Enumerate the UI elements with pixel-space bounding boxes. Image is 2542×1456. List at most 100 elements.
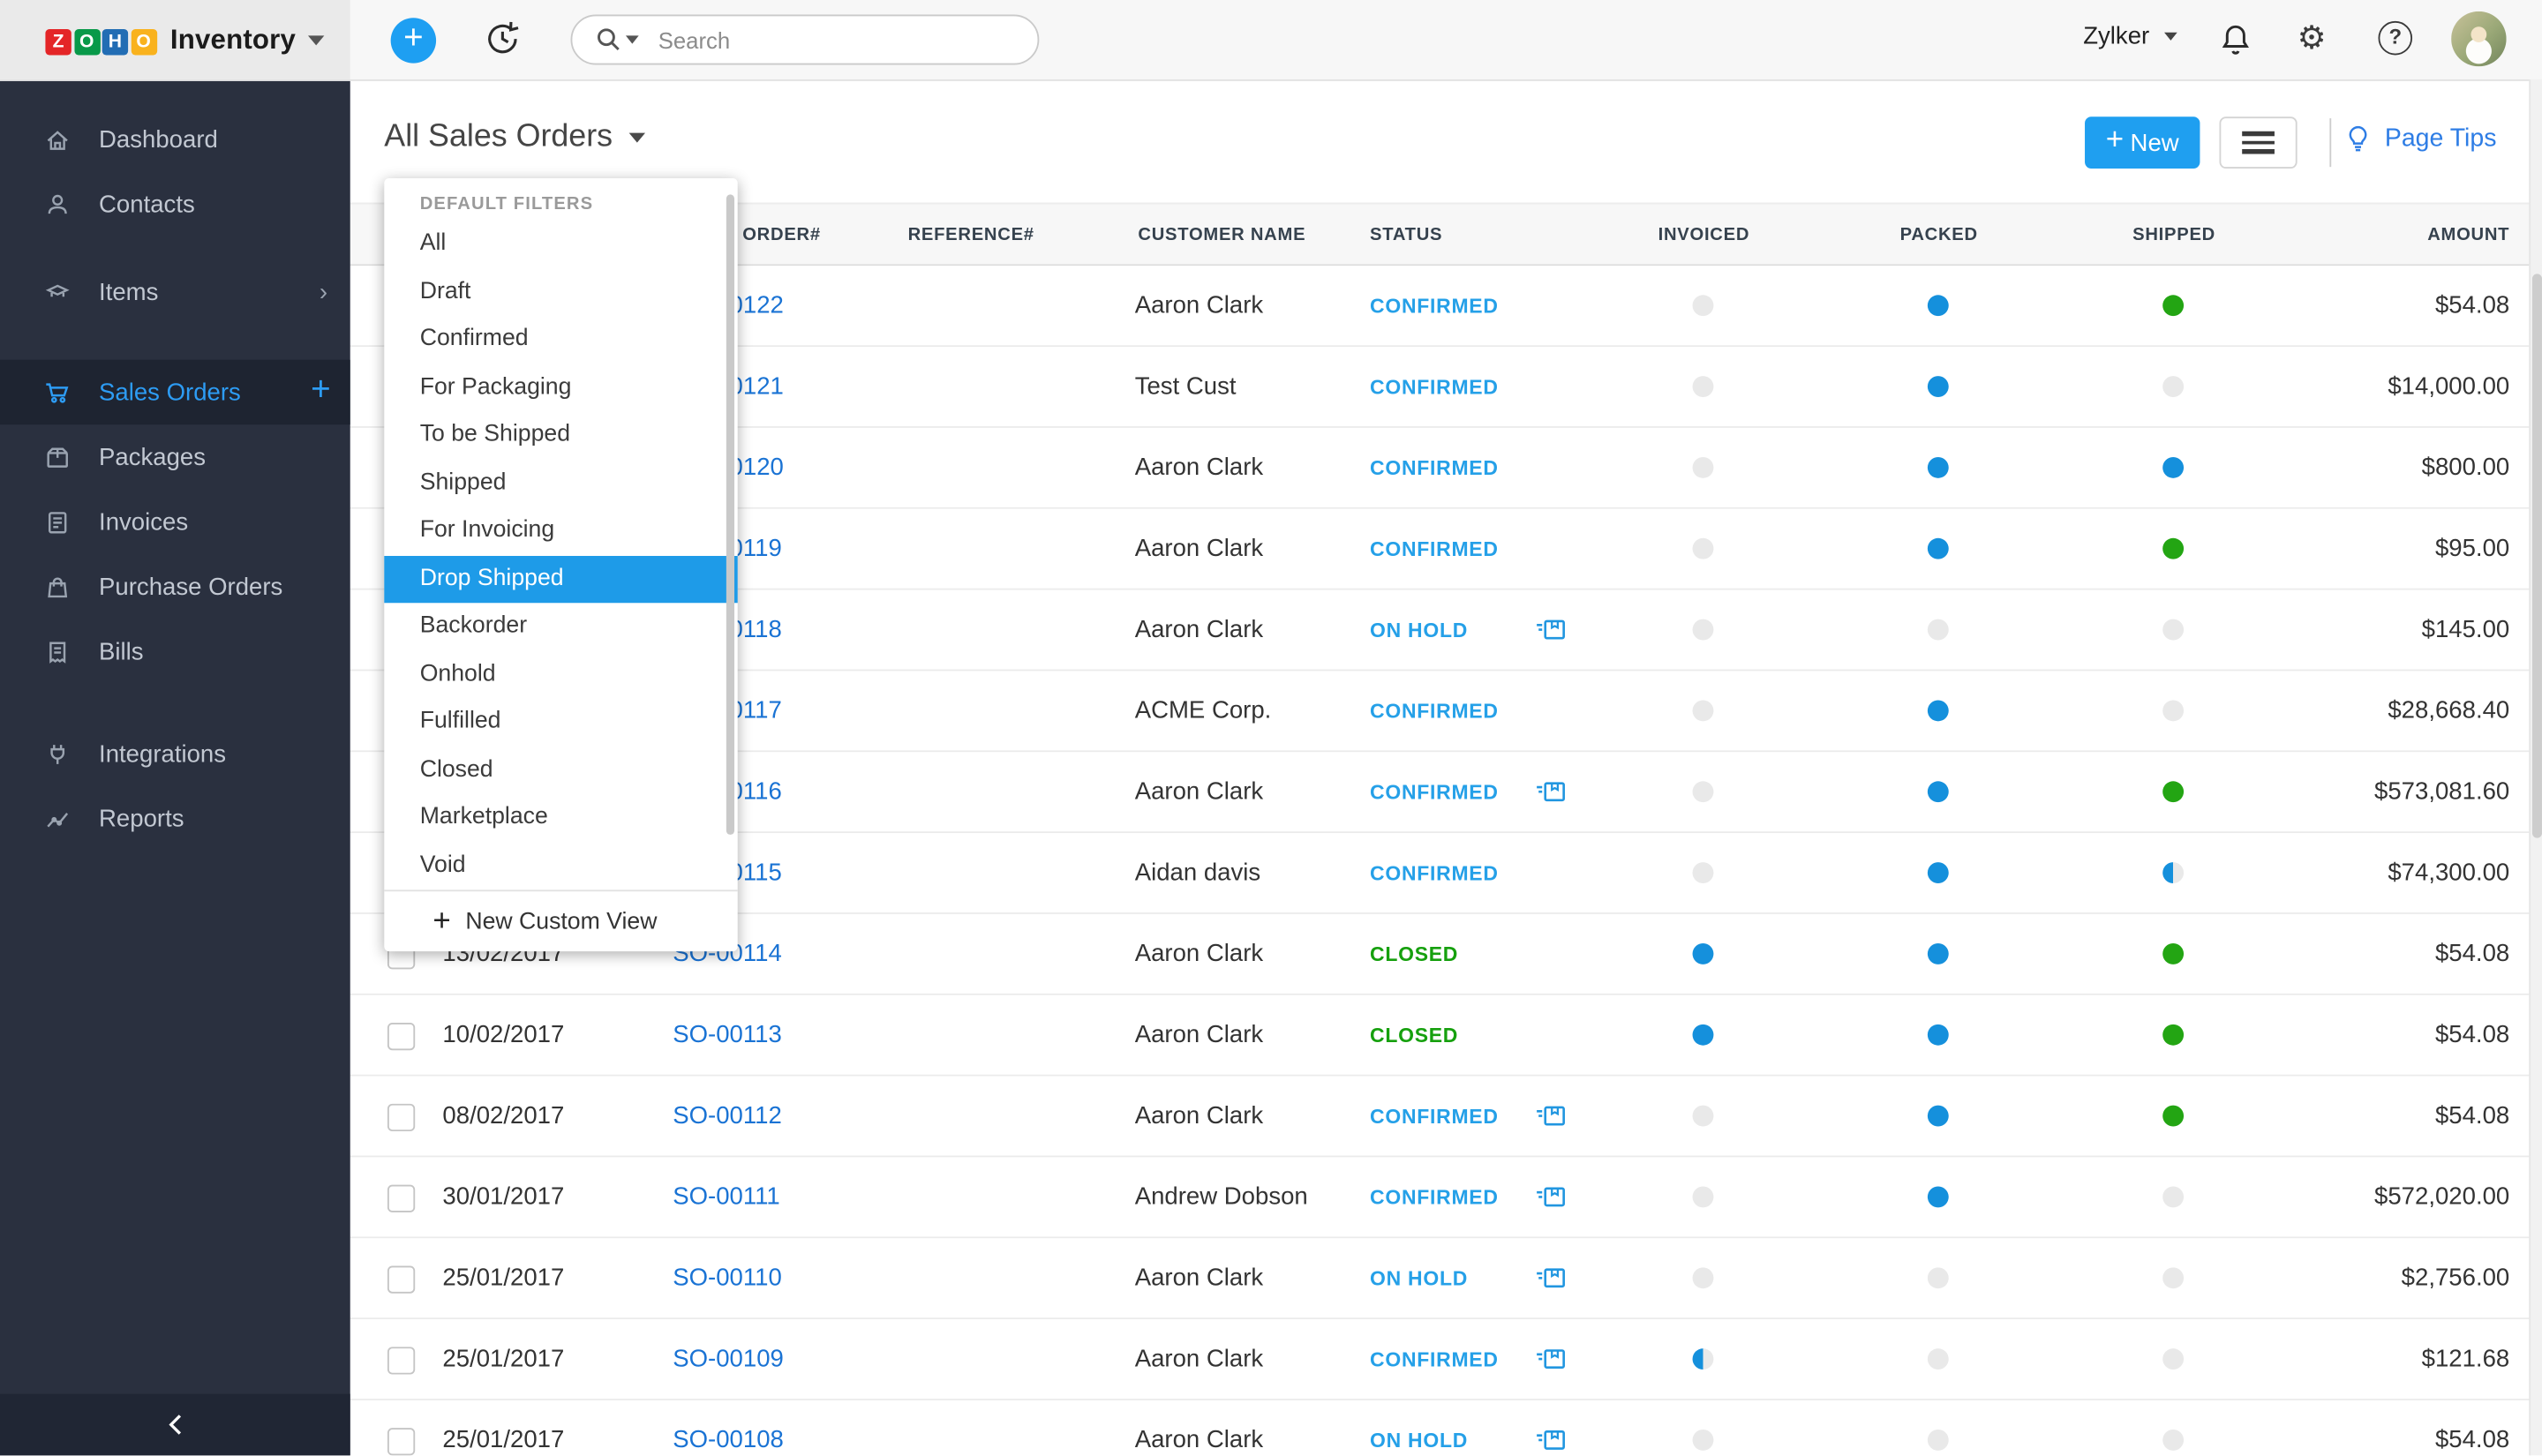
sidebar-item-packages[interactable]: Packages <box>0 424 350 489</box>
sidebar-item-integrations[interactable]: Integrations <box>0 721 350 785</box>
search-box[interactable] <box>570 14 1040 65</box>
filter-option-to-be-shipped[interactable]: To be Shipped <box>384 412 737 460</box>
order-link[interactable]: SO-00112 <box>673 1102 782 1130</box>
status-badge: ON HOLD <box>1370 1267 1469 1291</box>
sidebar-item-items[interactable]: Items › <box>0 259 350 324</box>
column-header-customername[interactable]: CUSTOMER NAME <box>1138 225 1305 244</box>
new-sales-order-button[interactable]: + New <box>2085 116 2200 169</box>
filter-option-shipped[interactable]: Shipped <box>384 460 737 507</box>
cell-date: 25/01/2017 <box>442 1264 565 1292</box>
order-link[interactable]: SO-00108 <box>673 1426 784 1453</box>
order-link[interactable]: SO-00113 <box>673 1021 782 1048</box>
page-tips-link[interactable]: Page Tips <box>2343 124 2496 154</box>
filter-option-backorder[interactable]: Backorder <box>384 603 737 650</box>
invoiced-dot <box>1692 1429 1714 1451</box>
cell-amount: $54.08 <box>2434 940 2510 968</box>
table-row[interactable]: 30/01/2017 SO-00111 Andrew Dobson CONFIRMED… <box>350 1157 2542 1239</box>
sidebar-item-purchase-orders[interactable]: Purchase Orders <box>0 554 350 619</box>
filter-option-void[interactable]: Void <box>384 842 737 889</box>
cell-date: 30/01/2017 <box>442 1182 565 1212</box>
filter-option-for-packaging[interactable]: For Packaging <box>384 364 737 411</box>
sidebar-item-label: Packages <box>99 443 207 471</box>
org-switcher[interactable]: Zylker <box>2083 23 2177 50</box>
settings-gear-icon[interactable]: ⚙ <box>2298 19 2327 55</box>
sidebar-collapse-button[interactable] <box>0 1393 350 1456</box>
order-link[interactable]: SO-00110 <box>673 1265 782 1292</box>
sidebar-item-label: Dashboard <box>99 125 218 154</box>
filter-option-closed[interactable]: Closed <box>384 747 737 794</box>
new-custom-view-button[interactable]: + New Custom View <box>384 889 738 951</box>
table-row[interactable]: 25/01/2017 SO-00110 Aaron Clark ON HOLD $2,7… <box>350 1238 2542 1320</box>
table-row[interactable]: 25/01/2017 SO-00109 Aaron Clark CONFIRMED $1… <box>350 1319 2542 1400</box>
status-badge: CONFIRMED <box>1370 1186 1499 1210</box>
row-checkbox[interactable] <box>387 1184 416 1212</box>
sidebar-item-label: Bills <box>99 637 144 665</box>
column-header-amount[interactable]: AMOUNT <box>2427 225 2509 244</box>
brand[interactable]: ZOHO Inventory <box>0 0 350 79</box>
status-badge: CONFIRMED <box>1370 781 1499 805</box>
notifications-bell-icon[interactable] <box>2216 21 2255 68</box>
table-row[interactable]: 08/02/2017 SO-00112 Aaron Clark CONFIRMED $5… <box>350 1076 2542 1158</box>
packed-dot <box>1927 619 1949 641</box>
row-checkbox[interactable] <box>387 1265 416 1294</box>
cell-date: 08/02/2017 <box>442 1101 565 1130</box>
cell-amount: $14,000.00 <box>2388 372 2510 401</box>
scrollbar-thumb[interactable] <box>2531 274 2542 838</box>
chevron-down-icon <box>628 131 645 142</box>
sidebar-item-invoices[interactable]: Invoices <box>0 490 350 554</box>
drop-shipped-icon <box>1537 782 1565 802</box>
row-checkbox[interactable] <box>387 1022 416 1051</box>
order-link[interactable]: SO-00111 <box>673 1183 780 1211</box>
recent-history-icon[interactable] <box>480 16 525 70</box>
sidebar-item-dashboard[interactable]: Dashboard <box>0 107 350 171</box>
filter-option-fulfilled[interactable]: Fulfilled <box>384 699 737 747</box>
table-row[interactable]: 25/01/2017 SO-00108 Aaron Clark ON HOLD $54.… <box>350 1400 2542 1456</box>
add-sales-order-icon[interactable]: + <box>311 372 331 410</box>
filter-option-for-invoicing[interactable]: For Invoicing <box>384 507 737 555</box>
invoiced-dot <box>1692 781 1714 803</box>
list-options-button[interactable] <box>2219 116 2298 169</box>
search-scope-caret-icon[interactable] <box>625 35 639 44</box>
row-checkbox[interactable] <box>387 1103 416 1132</box>
page-scrollbar[interactable] <box>2529 79 2542 1456</box>
row-checkbox[interactable] <box>387 1347 416 1375</box>
order-link[interactable]: SO-00109 <box>673 1345 784 1372</box>
filter-option-all[interactable]: All <box>384 221 737 268</box>
view-selector[interactable]: All Sales Orders <box>384 118 645 155</box>
dropdown-scrollbar[interactable] <box>726 194 735 835</box>
sidebar-item-label: Items <box>99 277 159 306</box>
quick-create-button[interactable]: + <box>390 18 437 64</box>
column-header-invoiced[interactable]: INVOICED <box>1658 225 1750 244</box>
filter-option-confirmed[interactable]: Confirmed <box>384 316 737 364</box>
filter-option-draft[interactable]: Draft <box>384 268 737 316</box>
user-avatar[interactable] <box>2451 11 2507 67</box>
search-input[interactable] <box>655 25 970 55</box>
column-header-reference[interactable]: REFERENCE# <box>908 225 1034 244</box>
invoice-icon <box>49 511 67 533</box>
page-title: All Sales Orders <box>384 118 613 154</box>
column-header-packed[interactable]: PACKED <box>1900 225 1978 244</box>
product-name: Inventory <box>169 23 297 55</box>
packed-dot <box>1927 1024 1949 1046</box>
filter-section-label: DEFAULT FILTERS <box>419 194 594 214</box>
sidebar-item-reports[interactable]: Reports <box>0 786 350 851</box>
sidebar-item-bills[interactable]: Bills <box>0 619 350 684</box>
zoho-logo-block: O <box>130 28 157 55</box>
filter-option-onhold[interactable]: Onhold <box>384 650 737 698</box>
cell-customer: Aaron Clark <box>1134 1426 1264 1454</box>
packed-dot <box>1927 942 1949 964</box>
help-icon[interactable]: ? <box>2378 20 2413 56</box>
row-checkbox[interactable] <box>387 1428 416 1456</box>
status-badge: CONFIRMED <box>1370 456 1499 480</box>
column-header-shipped[interactable]: SHIPPED <box>2132 225 2215 244</box>
column-header-status[interactable]: STATUS <box>1370 225 1442 244</box>
table-row[interactable]: 10/02/2017 SO-00113 Aaron Clark CLOSED $54.0… <box>350 994 2542 1077</box>
invoiced-dot <box>1692 700 1714 722</box>
sidebar-item-sales-orders[interactable]: Sales Orders + <box>0 359 350 425</box>
filter-option-marketplace[interactable]: Marketplace <box>384 794 737 842</box>
column-header-order[interactable]: ORDER# <box>742 225 821 244</box>
sidebar-item-contacts[interactable]: Contacts <box>0 172 350 236</box>
cell-amount: $54.08 <box>2434 1021 2510 1049</box>
filter-dropdown: DEFAULT FILTERS All Draft Confirmed For Pac… <box>384 178 738 952</box>
filter-option-drop-shipped[interactable]: Drop Shipped <box>384 555 738 604</box>
